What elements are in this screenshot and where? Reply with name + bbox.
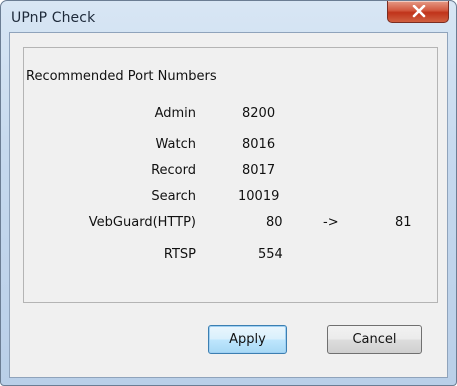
port-value-webguard: 80 bbox=[266, 215, 283, 230]
title-bar[interactable]: UPnP Check bbox=[1, 1, 456, 31]
port-arrow: -> bbox=[323, 215, 339, 230]
cancel-button[interactable]: Cancel bbox=[327, 325, 422, 354]
close-icon bbox=[412, 5, 426, 18]
port-label-rtsp: RTSP bbox=[163, 247, 196, 262]
upnp-check-dialog: UPnP Check Recommended Port Numbers Admi… bbox=[0, 0, 457, 386]
port-label-webguard: VebGuard(HTTP) bbox=[88, 215, 196, 230]
port-value-record: 8017 bbox=[242, 163, 276, 178]
port-value-rtsp: 554 bbox=[258, 247, 283, 262]
apply-button[interactable]: Apply bbox=[208, 325, 287, 354]
port-label-search: Search bbox=[151, 189, 196, 204]
close-button[interactable] bbox=[387, 1, 449, 23]
port-label-record: Record bbox=[151, 163, 196, 178]
port-mapped-webguard: 81 bbox=[395, 215, 412, 230]
port-value-admin: 8200 bbox=[242, 106, 276, 121]
port-value-watch: 8016 bbox=[242, 137, 276, 152]
port-label-admin: Admin bbox=[154, 106, 196, 121]
window-title: UPnP Check bbox=[11, 10, 96, 26]
port-label-watch: Watch bbox=[155, 137, 196, 152]
group-title: Recommended Port Numbers bbox=[26, 69, 217, 84]
dialog-body: Recommended Port Numbers Admin 8200 Watc… bbox=[9, 32, 448, 378]
port-value-search: 10019 bbox=[238, 189, 280, 204]
